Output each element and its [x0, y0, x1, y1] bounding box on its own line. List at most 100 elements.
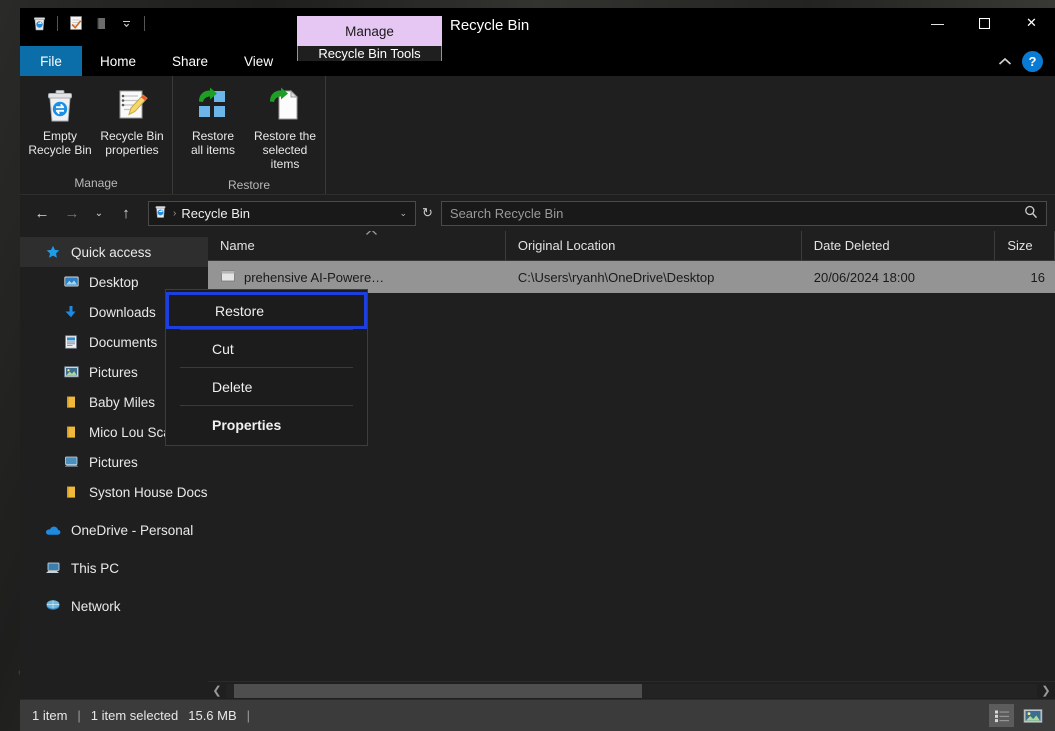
- search-icon: [1024, 205, 1038, 222]
- maximize-button[interactable]: [961, 8, 1008, 38]
- sidebar-item-onedrive[interactable]: OneDrive - Personal: [20, 515, 208, 545]
- restore-all-items-label: Restore all items: [191, 129, 235, 157]
- context-menu: Restore Cut Delete Properties: [165, 289, 368, 446]
- ribbon: Empty Recycle Bin R: [20, 76, 1055, 195]
- scroll-left-arrow[interactable]: ❮: [208, 684, 226, 697]
- column-header-name[interactable]: Name: [208, 231, 506, 261]
- pictures-icon: [62, 365, 80, 379]
- selection-size: 15.6 MB: [188, 708, 236, 723]
- sidebar-item-network[interactable]: Network: [20, 591, 208, 621]
- help-button[interactable]: ?: [1022, 51, 1043, 72]
- restore-selected-items-label: Restore the selected items: [251, 129, 319, 171]
- collapse-ribbon-icon[interactable]: [998, 54, 1012, 69]
- context-menu-item-cut[interactable]: Cut: [166, 330, 367, 367]
- recycle-bin-properties-button[interactable]: Recycle Bin properties: [96, 82, 168, 161]
- column-header-size[interactable]: Size: [995, 231, 1055, 261]
- restore-selected-items-icon: [265, 86, 305, 126]
- item-count: 1 item: [32, 708, 67, 723]
- window-controls: — ✕: [914, 8, 1055, 38]
- sidebar-item-label: Baby Miles: [89, 395, 155, 410]
- tab-view[interactable]: View: [226, 46, 291, 76]
- close-button[interactable]: ✕: [1008, 8, 1055, 38]
- sidebar-item-label: This PC: [71, 561, 119, 576]
- tab-recycle-bin-tools[interactable]: Recycle Bin Tools: [297, 46, 442, 61]
- file-name-cell: prehensive AI-Powere…: [208, 268, 506, 287]
- network-icon: [44, 599, 62, 613]
- ribbon-group-manage-label: Manage: [20, 172, 172, 194]
- tab-home[interactable]: Home: [82, 46, 154, 76]
- file-date-deleted-cell: 20/06/2024 18:00: [802, 270, 996, 285]
- sidebar-item-label: Downloads: [89, 305, 156, 320]
- star-icon: [44, 245, 62, 259]
- chevron-down-icon[interactable]: ⌄: [395, 208, 411, 219]
- status-bar: 1 item | 1 item selected 15.6 MB |: [20, 699, 1055, 731]
- this-pc-icon: [44, 561, 62, 575]
- folder-icon[interactable]: [90, 12, 112, 34]
- sidebar-item-this-pc[interactable]: This PC: [20, 553, 208, 583]
- minimize-button[interactable]: —: [914, 8, 961, 38]
- documents-icon: [62, 335, 80, 349]
- tab-manage[interactable]: Manage: [297, 16, 442, 46]
- selection-count: 1 item selected: [91, 708, 178, 723]
- restore-all-items-button[interactable]: Restore all items: [177, 82, 249, 161]
- properties-icon[interactable]: [65, 12, 87, 34]
- screen-folder-icon: [62, 455, 80, 469]
- sidebar-item-quick-access[interactable]: Quick access: [20, 237, 208, 267]
- up-button[interactable]: ↑: [112, 200, 140, 226]
- large-icons-view-icon[interactable]: [1020, 704, 1045, 727]
- ribbon-right-controls: ?: [998, 46, 1049, 76]
- ribbon-group-manage: Empty Recycle Bin R: [20, 76, 173, 194]
- desktop-icon: [62, 275, 80, 289]
- forward-button[interactable]: →: [58, 200, 86, 226]
- sidebar-item-label: Pictures: [89, 365, 138, 380]
- status-separator: |: [77, 708, 80, 723]
- status-separator-2: |: [247, 708, 250, 723]
- sidebar-item-pictures-2[interactable]: Pictures: [20, 447, 208, 477]
- contextual-tab-zone: Manage: [297, 16, 442, 46]
- context-menu-item-delete[interactable]: Delete: [166, 368, 367, 405]
- sidebar-item-label: Syston House Docs: [89, 485, 208, 500]
- customize-dropdown-icon[interactable]: [115, 12, 137, 34]
- column-header-date-deleted[interactable]: Date Deleted: [802, 231, 996, 261]
- download-icon: [62, 305, 80, 319]
- document-icon: [220, 268, 236, 287]
- context-menu-item-restore[interactable]: Restore: [166, 292, 367, 329]
- scroll-track[interactable]: [226, 684, 1037, 698]
- column-headers: Name Original Location Date Deleted Size: [208, 231, 1055, 261]
- breadcrumb[interactable]: › Recycle Bin ⌄: [148, 201, 416, 226]
- column-header-original-location[interactable]: Original Location: [506, 231, 802, 261]
- tab-share[interactable]: Share: [154, 46, 226, 76]
- file-explorer-window: Manage Recycle Bin — ✕ File Home Share V…: [20, 8, 1055, 731]
- context-menu-item-properties[interactable]: Properties: [166, 406, 367, 443]
- details-view-icon[interactable]: [989, 704, 1014, 727]
- back-button[interactable]: ←: [28, 200, 56, 226]
- recent-locations-button[interactable]: ⌄: [88, 200, 110, 226]
- sidebar-item-label: OneDrive - Personal: [71, 523, 193, 538]
- ribbon-group-restore: Restore all items Restore the selected i…: [173, 76, 326, 194]
- restore-selected-items-button[interactable]: Restore the selected items: [249, 82, 321, 175]
- ribbon-tab-strip: File Home Share View Recycle Bin Tools ?: [20, 46, 1055, 76]
- sidebar-item-syston-house-docs[interactable]: Syston House Docs: [20, 477, 208, 507]
- empty-recycle-bin-button[interactable]: Empty Recycle Bin: [24, 82, 96, 161]
- search-input[interactable]: Search Recycle Bin: [441, 201, 1047, 226]
- breadcrumb-path[interactable]: Recycle Bin: [181, 206, 390, 221]
- recycle-bin-icon[interactable]: [28, 12, 50, 34]
- refresh-icon[interactable]: ↻: [422, 205, 433, 221]
- scroll-thumb[interactable]: [234, 684, 642, 698]
- horizontal-scrollbar[interactable]: ❮ ❯: [208, 681, 1055, 699]
- recycle-bin-properties-label: Recycle Bin properties: [100, 129, 163, 157]
- title-bar: Manage Recycle Bin — ✕: [20, 8, 1055, 46]
- recycle-bin-icon: [153, 204, 168, 222]
- recycle-bin-properties-icon: [113, 86, 151, 126]
- file-name-text: prehensive AI-Powere…: [244, 270, 384, 285]
- empty-recycle-bin-label: Empty Recycle Bin: [28, 129, 91, 157]
- scroll-right-arrow[interactable]: ❯: [1037, 684, 1055, 697]
- sidebar-item-label: Quick access: [71, 245, 151, 260]
- window-title: Recycle Bin: [450, 17, 529, 34]
- folder-icon: [62, 425, 80, 439]
- sidebar-item-label: Pictures: [89, 455, 138, 470]
- tab-file[interactable]: File: [20, 46, 82, 76]
- tools-tab-wrap: Recycle Bin Tools: [297, 46, 442, 61]
- empty-recycle-bin-icon: [41, 86, 79, 126]
- onedrive-icon: [44, 524, 62, 537]
